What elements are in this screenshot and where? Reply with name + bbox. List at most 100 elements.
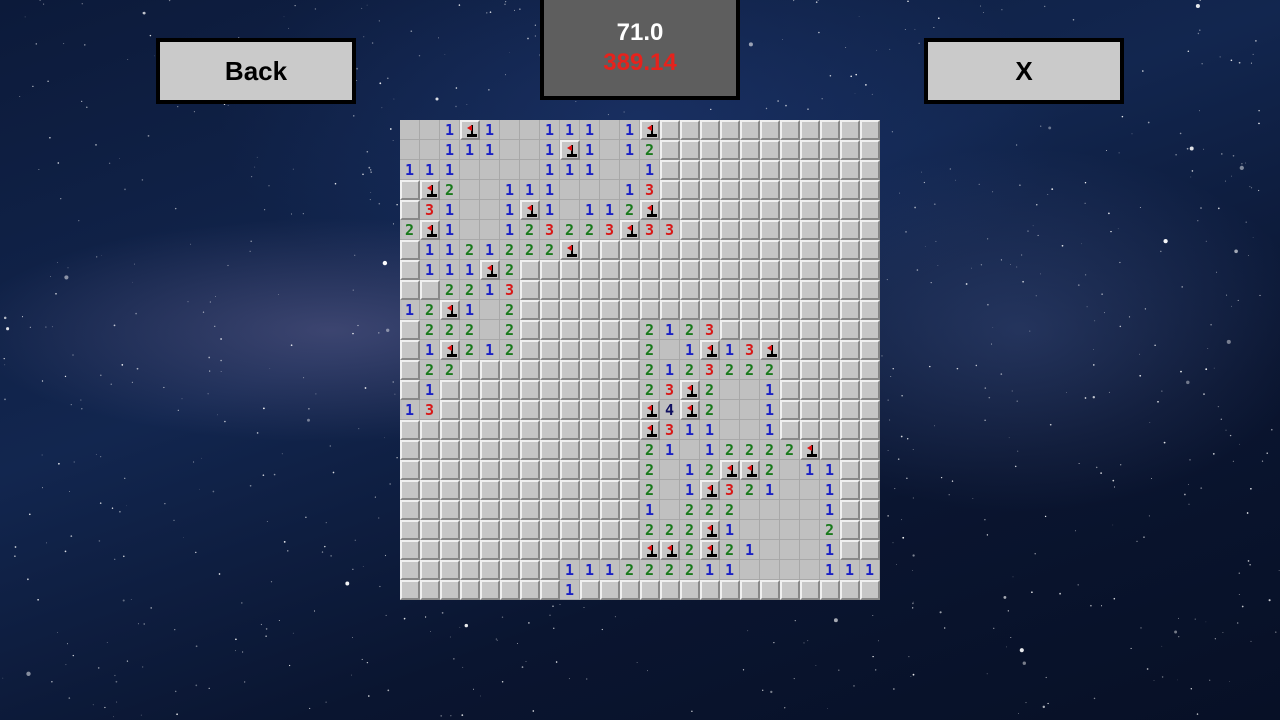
hidden-cell[interactable]	[500, 500, 520, 520]
hidden-cell[interactable]	[600, 400, 620, 420]
hidden-cell[interactable]	[840, 300, 860, 320]
hidden-cell[interactable]	[680, 260, 700, 280]
hidden-cell[interactable]	[800, 400, 820, 420]
flagged-cell[interactable]	[520, 200, 540, 220]
hidden-cell[interactable]	[580, 480, 600, 500]
hidden-cell[interactable]	[820, 360, 840, 380]
hidden-cell[interactable]	[820, 280, 840, 300]
hidden-cell[interactable]	[680, 280, 700, 300]
flagged-cell[interactable]	[700, 480, 720, 500]
hidden-cell[interactable]	[520, 280, 540, 300]
hidden-cell[interactable]	[720, 140, 740, 160]
hidden-cell[interactable]	[700, 140, 720, 160]
hidden-cell[interactable]	[780, 420, 800, 440]
hidden-cell[interactable]	[560, 460, 580, 480]
hidden-cell[interactable]	[620, 480, 640, 500]
hidden-cell[interactable]	[780, 260, 800, 280]
hidden-cell[interactable]	[840, 140, 860, 160]
hidden-cell[interactable]	[520, 360, 540, 380]
hidden-cell[interactable]	[840, 220, 860, 240]
hidden-cell[interactable]	[620, 320, 640, 340]
flagged-cell[interactable]	[460, 120, 480, 140]
hidden-cell[interactable]	[480, 540, 500, 560]
hidden-cell[interactable]	[540, 300, 560, 320]
hidden-cell[interactable]	[840, 440, 860, 460]
hidden-cell[interactable]	[840, 180, 860, 200]
hidden-cell[interactable]	[840, 500, 860, 520]
hidden-cell[interactable]	[580, 440, 600, 460]
hidden-cell[interactable]	[700, 260, 720, 280]
hidden-cell[interactable]	[400, 200, 420, 220]
hidden-cell[interactable]	[520, 460, 540, 480]
hidden-cell[interactable]	[760, 240, 780, 260]
hidden-cell[interactable]	[600, 580, 620, 600]
hidden-cell[interactable]	[540, 540, 560, 560]
hidden-cell[interactable]	[620, 440, 640, 460]
hidden-cell[interactable]	[780, 580, 800, 600]
hidden-cell[interactable]	[680, 160, 700, 180]
hidden-cell[interactable]	[820, 440, 840, 460]
hidden-cell[interactable]	[460, 400, 480, 420]
hidden-cell[interactable]	[520, 320, 540, 340]
hidden-cell[interactable]	[780, 320, 800, 340]
hidden-cell[interactable]	[680, 140, 700, 160]
hidden-cell[interactable]	[460, 520, 480, 540]
hidden-cell[interactable]	[800, 360, 820, 380]
hidden-cell[interactable]	[720, 240, 740, 260]
hidden-cell[interactable]	[800, 180, 820, 200]
hidden-cell[interactable]	[520, 580, 540, 600]
hidden-cell[interactable]	[540, 500, 560, 520]
hidden-cell[interactable]	[440, 460, 460, 480]
hidden-cell[interactable]	[540, 400, 560, 420]
hidden-cell[interactable]	[660, 240, 680, 260]
hidden-cell[interactable]	[600, 260, 620, 280]
hidden-cell[interactable]	[860, 260, 880, 280]
hidden-cell[interactable]	[520, 560, 540, 580]
flagged-cell[interactable]	[420, 180, 440, 200]
hidden-cell[interactable]	[440, 480, 460, 500]
hidden-cell[interactable]	[820, 260, 840, 280]
hidden-cell[interactable]	[760, 260, 780, 280]
hidden-cell[interactable]	[820, 120, 840, 140]
flagged-cell[interactable]	[420, 220, 440, 240]
hidden-cell[interactable]	[640, 280, 660, 300]
hidden-cell[interactable]	[760, 220, 780, 240]
hidden-cell[interactable]	[700, 180, 720, 200]
hidden-cell[interactable]	[400, 440, 420, 460]
hidden-cell[interactable]	[860, 200, 880, 220]
hidden-cell[interactable]	[740, 300, 760, 320]
hidden-cell[interactable]	[600, 360, 620, 380]
hidden-cell[interactable]	[500, 540, 520, 560]
hidden-cell[interactable]	[400, 580, 420, 600]
hidden-cell[interactable]	[480, 560, 500, 580]
hidden-cell[interactable]	[580, 300, 600, 320]
hidden-cell[interactable]	[580, 360, 600, 380]
hidden-cell[interactable]	[540, 280, 560, 300]
hidden-cell[interactable]	[840, 420, 860, 440]
hidden-cell[interactable]	[580, 340, 600, 360]
hidden-cell[interactable]	[840, 380, 860, 400]
hidden-cell[interactable]	[860, 480, 880, 500]
minesweeper-board[interactable]: 1111111111112111111121111331111122112322…	[400, 120, 880, 600]
close-button[interactable]: X	[924, 38, 1124, 104]
hidden-cell[interactable]	[580, 260, 600, 280]
hidden-cell[interactable]	[480, 440, 500, 460]
hidden-cell[interactable]	[840, 260, 860, 280]
hidden-cell[interactable]	[620, 540, 640, 560]
hidden-cell[interactable]	[440, 420, 460, 440]
hidden-cell[interactable]	[480, 380, 500, 400]
hidden-cell[interactable]	[580, 420, 600, 440]
hidden-cell[interactable]	[780, 400, 800, 420]
hidden-cell[interactable]	[760, 140, 780, 160]
hidden-cell[interactable]	[560, 300, 580, 320]
hidden-cell[interactable]	[800, 260, 820, 280]
hidden-cell[interactable]	[760, 280, 780, 300]
hidden-cell[interactable]	[440, 580, 460, 600]
hidden-cell[interactable]	[580, 580, 600, 600]
hidden-cell[interactable]	[480, 580, 500, 600]
hidden-cell[interactable]	[720, 220, 740, 240]
hidden-cell[interactable]	[400, 280, 420, 300]
hidden-cell[interactable]	[860, 580, 880, 600]
hidden-cell[interactable]	[540, 480, 560, 500]
hidden-cell[interactable]	[760, 320, 780, 340]
